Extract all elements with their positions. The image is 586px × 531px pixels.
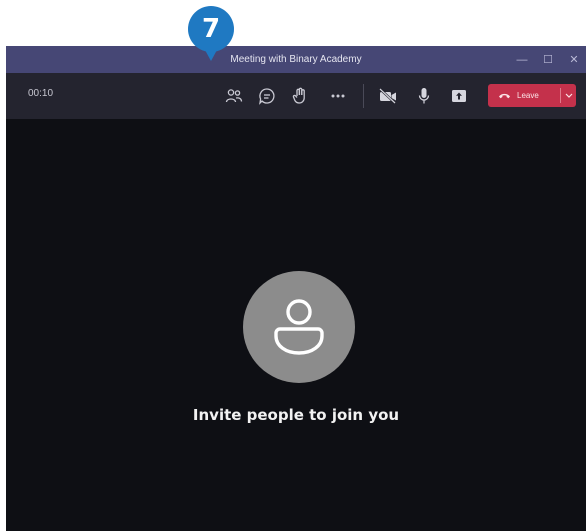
raise-hand-icon[interactable]	[290, 86, 310, 106]
person-icon	[274, 299, 324, 355]
window-title: Meeting with Binary Academy	[230, 54, 362, 65]
chevron-down-icon	[565, 93, 572, 98]
chat-icon[interactable]	[257, 86, 277, 106]
call-timer: 00:10	[28, 88, 54, 99]
maximize-button[interactable]: ☐	[542, 53, 554, 66]
step-badge: 7	[188, 6, 234, 61]
toolbar-divider	[363, 84, 364, 108]
window-controls: — ☐ ✕	[516, 46, 580, 73]
leave-main[interactable]: Leave	[488, 91, 560, 100]
mic-icon[interactable]	[414, 86, 434, 106]
minimize-button[interactable]: —	[516, 54, 528, 66]
avatar	[243, 271, 355, 383]
meeting-window: Meeting with Binary Academy — ☐ ✕ 00:10	[6, 46, 586, 531]
leave-options[interactable]	[561, 93, 576, 98]
leave-button[interactable]: Leave	[488, 84, 576, 107]
title-bar: Meeting with Binary Academy — ☐ ✕	[6, 46, 586, 73]
close-button[interactable]: ✕	[568, 53, 580, 66]
meeting-stage: Invite people to join you	[6, 119, 586, 531]
share-screen-icon[interactable]	[449, 86, 469, 106]
people-icon[interactable]	[224, 86, 244, 106]
camera-off-icon[interactable]	[378, 86, 398, 106]
invite-message: Invite people to join you	[192, 406, 400, 424]
leave-label: Leave	[517, 91, 539, 100]
phone-hangup-icon	[499, 93, 510, 99]
more-icon[interactable]	[328, 86, 348, 106]
meeting-toolbar: 00:10 Leave	[6, 73, 586, 119]
